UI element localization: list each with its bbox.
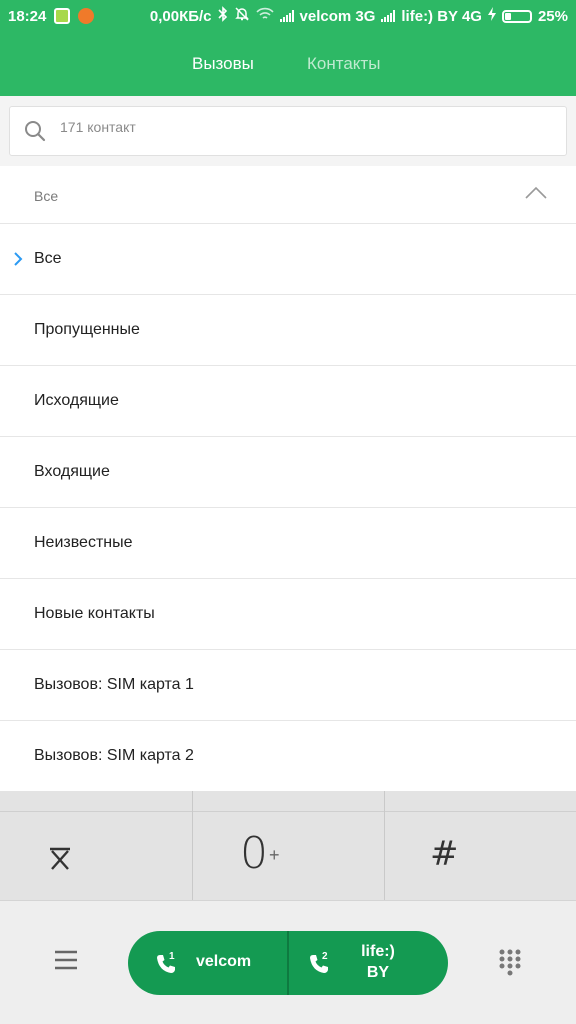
sim1-index: 1: [169, 951, 175, 962]
filter-item-new-contacts[interactable]: Новые контакты: [0, 579, 576, 650]
filter-item-label: Исходящие: [34, 392, 119, 409]
filter-item-all[interactable]: Все: [0, 224, 576, 295]
tab-contacts[interactable]: Контакты: [307, 54, 380, 74]
selected-chevron-icon: [14, 252, 23, 266]
search-icon: [25, 121, 46, 142]
dialer-bottom-bar: 1 velcom 2 life:) BY: [0, 900, 576, 1024]
call-filter-panel: Все Все Пропущенные Исходящие Входящие Н…: [0, 166, 576, 791]
filter-item-sim1[interactable]: Вызовов: SIM карта 1: [0, 650, 576, 721]
filter-item-label: Вызовов: SIM карта 1: [34, 676, 194, 693]
carrier-2: life:) BY 4G: [401, 7, 482, 25]
charging-icon: [487, 7, 496, 25]
status-bar: 18:24 0,00КБ/с velcom 3G life:) BY 4G 25…: [0, 0, 576, 32]
call-sim2-button[interactable]: 2 life:) BY: [288, 931, 448, 995]
filter-item-sim2[interactable]: Вызовов: SIM карта 2: [0, 721, 576, 791]
filter-item-label: Вызовов: SIM карта 2: [34, 747, 194, 764]
key-hash[interactable]: #: [384, 812, 576, 900]
menu-icon[interactable]: [54, 949, 78, 971]
wifi-icon: [255, 7, 274, 25]
network-speed: 0,00КБ/с: [149, 7, 212, 25]
key-zero[interactable]: 0 +: [192, 812, 384, 900]
search-box[interactable]: [9, 106, 567, 156]
filter-item-label: Неизвестные: [34, 534, 133, 551]
chevron-up-icon[interactable]: [524, 184, 548, 202]
call-sim1-button[interactable]: 1 velcom: [128, 931, 288, 995]
filter-item-unknown[interactable]: Неизвестные: [0, 508, 576, 579]
notification-app-icon: [54, 8, 71, 24]
header-tabs: Вызовы Контакты: [0, 32, 576, 96]
filter-item-incoming[interactable]: Входящие: [0, 437, 576, 508]
sim2-label-line2: BY: [366, 964, 390, 981]
filter-header[interactable]: Все: [0, 166, 576, 224]
filter-header-label: Все: [34, 188, 59, 204]
carrier-1: velcom 3G: [299, 7, 376, 25]
dialer-keypad: * 0 + #: [0, 791, 576, 900]
filter-item-label: Пропущенные: [34, 321, 140, 338]
asterisk-icon: [50, 847, 70, 870]
filter-item-label: Входящие: [34, 463, 110, 480]
battery-icon: [501, 9, 532, 23]
filter-item-label: Новые контакты: [34, 605, 155, 622]
call-buttons: 1 velcom 2 life:) BY: [128, 931, 448, 995]
sim1-label: velcom: [196, 953, 252, 970]
dialpad-icon[interactable]: [498, 948, 522, 976]
battery-percent: 25%: [537, 7, 568, 25]
mute-icon: [234, 6, 250, 26]
bluetooth-icon: [217, 6, 228, 26]
filter-item-outgoing[interactable]: Исходящие: [0, 366, 576, 437]
tab-calls[interactable]: Вызовы: [192, 54, 254, 74]
notification-weibo-icon: [78, 8, 95, 24]
key-zero-digit: 0: [240, 828, 268, 879]
status-time: 18:24: [8, 7, 47, 25]
signal-2-icon: [381, 10, 396, 22]
sim2-label-line1: life:): [361, 943, 395, 960]
filter-item-missed[interactable]: Пропущенные: [0, 295, 576, 366]
key-star[interactable]: *: [0, 812, 192, 900]
search-area: [0, 96, 576, 166]
search-input[interactable]: [60, 119, 510, 135]
sim2-index: 2: [322, 951, 328, 962]
key-hash-symbol: #: [430, 834, 459, 874]
key-zero-plus: +: [269, 845, 280, 865]
filter-item-label: Все: [34, 250, 62, 267]
signal-1-icon: [279, 10, 294, 22]
